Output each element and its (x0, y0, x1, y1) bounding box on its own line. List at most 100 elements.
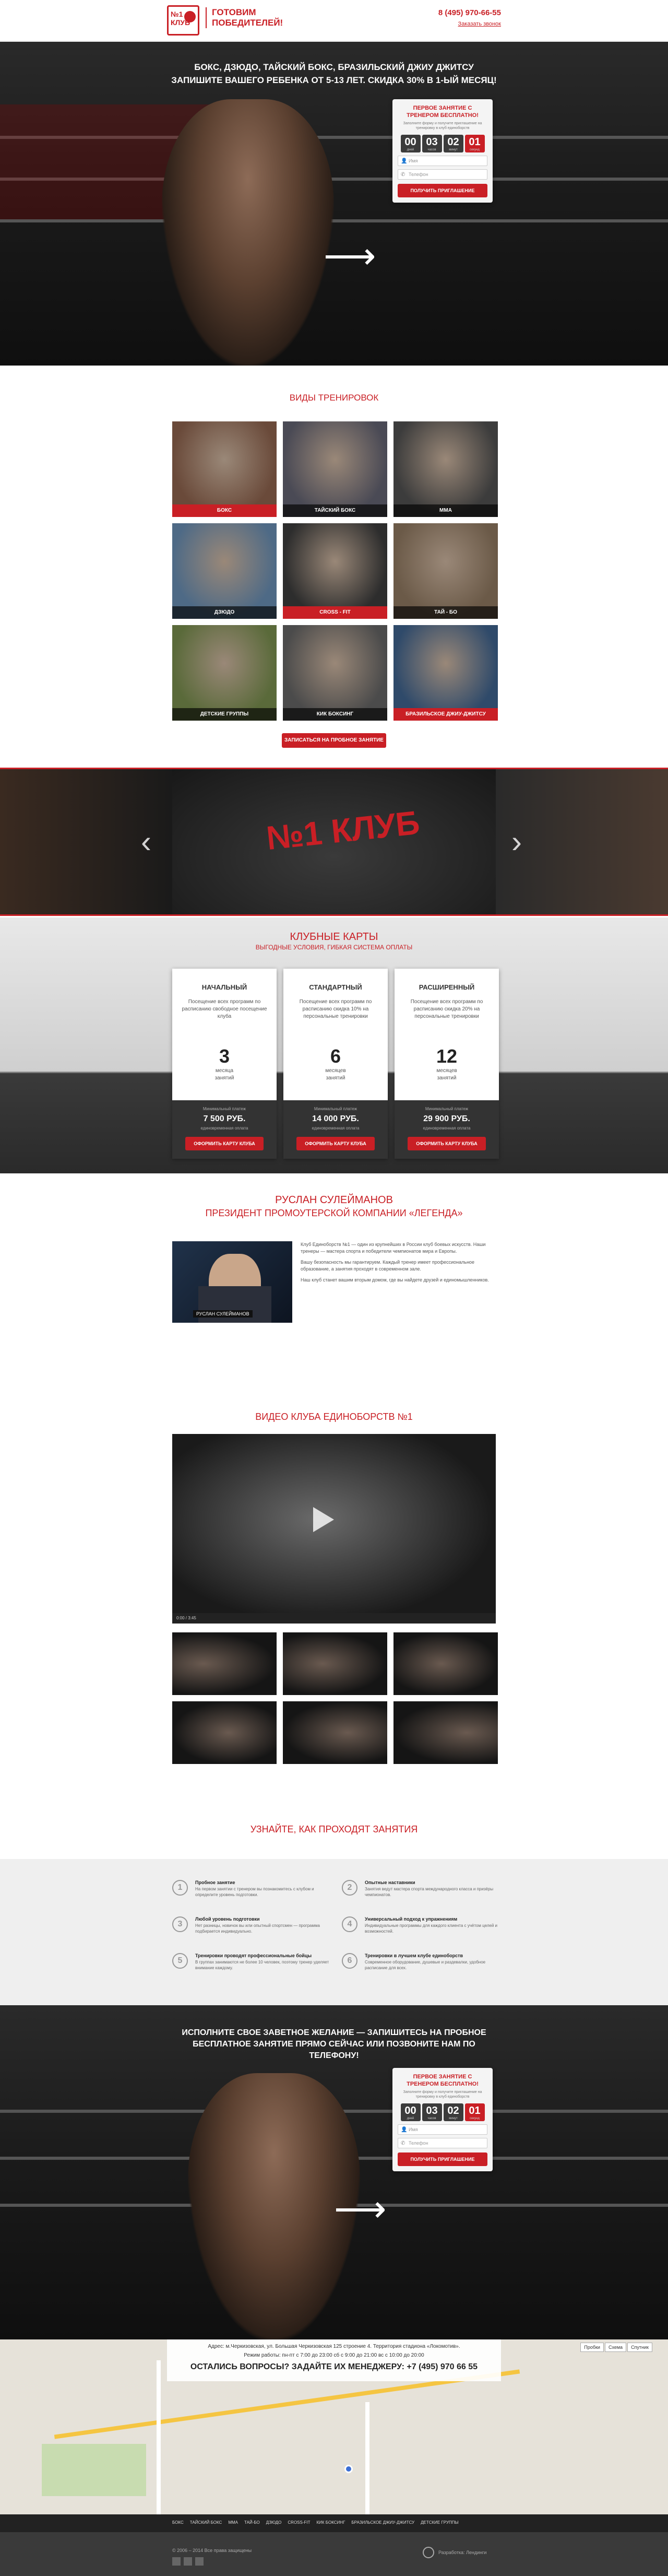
plan-unit: занятий (326, 1075, 345, 1081)
social-tw-icon[interactable] (195, 2557, 204, 2566)
step-description: Современное оборудование, душевые и разд… (365, 1960, 486, 1970)
footer-link[interactable]: ТАЙ-БО (244, 2520, 260, 2525)
plan-order-button[interactable]: ОФОРМИТЬ КАРТУ КЛУБА (185, 1137, 264, 1150)
header-phone[interactable]: 8 (495) 970-66-55 (438, 8, 501, 17)
video-thumbnail[interactable] (393, 1632, 498, 1695)
play-icon[interactable] (313, 1507, 334, 1532)
get-invite-button[interactable]: ПОЛУЧИТЬ ПРИГЛАШЕНИЕ (398, 2152, 487, 2166)
video-thumbnail[interactable] (172, 1701, 277, 1764)
training-tile[interactable]: ТАЙ - БО (393, 523, 498, 619)
plan-name: НАЧАЛЬНЫЙ (201, 983, 247, 991)
plan-price: 14 000 РУБ. (312, 1114, 359, 1123)
social-vk-icon[interactable] (172, 2557, 181, 2566)
trial-signup-button[interactable]: ЗАПИСАТЬСЯ НА ПРОБНОЕ ЗАНЯТИЕ (282, 733, 386, 748)
copyright-text: © 2006 – 2014 Все права защищены (172, 2548, 252, 2553)
training-tile-label: ТАЙ - БО (393, 606, 498, 619)
form-title: ПЕРВОЕ ЗАНЯТИЕ С ТРЕНЕРОМ БЕСПЛАТНО! (407, 2074, 479, 2087)
step-description: В группах занимаются не более 10 человек… (195, 1960, 329, 1970)
plan-unit: месяцев (325, 1068, 346, 1074)
map-tab-satellite[interactable]: Спутник (627, 2343, 652, 2352)
footer-link[interactable]: ТАЙСКИЙ БОКС (190, 2520, 222, 2525)
timer-days: 00 (404, 2105, 416, 2116)
training-tile[interactable]: БРАЗИЛЬСКОЕ ДЖИУ-ДЖИТСУ (393, 625, 498, 721)
plan-duration: 12 (436, 1045, 458, 1067)
timer-days: 00 (404, 136, 416, 148)
club-logo[interactable]: №1 КЛУБ (167, 5, 199, 36)
name-input[interactable]: 👤 Имя (398, 2124, 487, 2135)
training-tile[interactable]: ДЗЮДО (172, 523, 277, 619)
step-title: Тренировки в лучшем клубе единоборств (365, 1953, 463, 1958)
timer-label: дней (407, 2117, 414, 2120)
site-header: №1 КЛУБ ГОТОВИМ ПОБЕДИТЕЛЕЙ! 8 (495) 970… (0, 0, 668, 42)
address-text: Адрес: м.Черкизовская, ул. Большая Черки… (208, 2344, 460, 2349)
phone-icon: ✆ (401, 2140, 405, 2146)
video-thumbnail[interactable] (172, 1632, 277, 1695)
step-title: Любой уровень подготовки (195, 1916, 260, 1922)
footer-link[interactable]: КИК БОКСИНГ (317, 2520, 345, 2525)
phone-input[interactable]: ✆ Телефон (398, 2138, 487, 2148)
timer-minutes: 02 (447, 136, 459, 148)
training-tile[interactable]: БОКС (172, 421, 277, 517)
contacts-map-section[interactable]: Адрес: м.Черкизовская, ул. Большая Черки… (0, 2339, 668, 2514)
get-invite-button[interactable]: ПОЛУЧИТЬ ПРИГЛАШЕНИЕ (398, 184, 487, 197)
training-tile[interactable]: ТАЙСКИЙ БОКС (283, 421, 387, 517)
footer-link[interactable]: БРАЗИЛЬСКОЕ ДЖИУ-ДЖИТСУ (351, 2520, 414, 2525)
timer-seconds: 01 (469, 2105, 481, 2116)
plan-order-button[interactable]: ОФОРМИТЬ КАРТУ КЛУБА (296, 1137, 375, 1150)
plan-name: СТАНДАРТНЫЙ (309, 983, 362, 991)
video-controls[interactable]: 0:00 / 3:45 (172, 1613, 496, 1624)
timer-label: секунд (470, 148, 480, 151)
map-tab-scheme[interactable]: Схема (604, 2343, 627, 2352)
footer-link[interactable]: ДЕТСКИЕ ГРУППЫ (421, 2520, 459, 2525)
footer-link[interactable]: ММА (228, 2520, 238, 2525)
arrow-right-icon: ⟶ (324, 236, 376, 276)
slider-prev-button[interactable]: ‹ (141, 826, 151, 857)
step-description: На первом занятии с тренером вы познаком… (195, 1887, 314, 1897)
training-tile[interactable]: КИК БОКСИНГ (283, 625, 387, 721)
plan-price-box: Минимальный платеж 29 900 РУБ. единовремен… (395, 1100, 499, 1159)
ring-rope (0, 219, 668, 222)
how-step: 4 Универсальный подход к упражнениям Индив… (342, 1916, 504, 1934)
step-number: 2 (342, 1880, 357, 1896)
bio-paragraph: Наш клуб станет вашим вторым домом, где … (301, 1277, 489, 1283)
bio-paragraph: Клуб Единоборств №1 — один из крупнейших… (301, 1242, 486, 1254)
video-thumbnail[interactable] (283, 1701, 387, 1764)
timer-label: секунд (470, 2117, 480, 2120)
plans-title: КЛУБНЫЕ КАРТЫ (290, 931, 378, 943)
plan-duration: 6 (330, 1045, 341, 1067)
slider-next-button[interactable]: › (511, 826, 522, 857)
social-icons (172, 2557, 204, 2566)
training-tile[interactable]: ДЕТСКИЕ ГРУППЫ (172, 625, 277, 721)
training-tile-label: ТАЙСКИЙ БОКС (283, 504, 387, 517)
training-tile[interactable]: CROSS - FIT (283, 523, 387, 619)
video-thumbnail[interactable] (393, 1701, 498, 1764)
slide-banner-text: №1 КЛУБ (265, 803, 422, 857)
footer-link[interactable]: CROSS-FIT (288, 2520, 310, 2525)
map-road (365, 2402, 369, 2514)
social-fb-icon[interactable] (184, 2557, 192, 2566)
map-pin-icon[interactable] (344, 2465, 353, 2473)
club-cards-section: КЛУБНЫЕ КАРТЫ ВЫГОДНЫЕ УСЛОВИЯ, ГИБКАЯ С… (0, 918, 668, 1173)
trainings-section: ВИДЫ ТРЕНИРОВОК БОКС ТАЙСКИЙ БОКС ММА ДЗЮДО… (0, 366, 668, 748)
plan-order-button[interactable]: ОФОРМИТЬ КАРТУ КЛУБА (408, 1137, 486, 1150)
signup-form: ПЕРВОЕ ЗАНЯТИЕ С ТРЕНЕРОМ БЕСПЛАТНО! Зап… (392, 99, 493, 203)
contacts-info: Адрес: м.Черкизовская, ул. Большая Черки… (167, 2339, 501, 2381)
map-tab-traffic[interactable]: Пробки (580, 2343, 604, 2352)
president-photo: РУСЛАН СУЛЕЙМАНОВ (172, 1241, 292, 1323)
user-icon: 👤 (401, 2127, 408, 2133)
plan-price: 29 900 РУБ. (423, 1114, 470, 1123)
callback-link[interactable]: Заказать звонок (458, 21, 501, 27)
footer-link[interactable]: БОКС (172, 2520, 184, 2525)
video-player[interactable]: 0:00 / 3:45 (172, 1434, 496, 1624)
plan-price-label: Минимальный платеж (425, 1107, 469, 1111)
training-tile-label: КИК БОКСИНГ (283, 708, 387, 721)
developer-credit[interactable]: Разработка: Лендинги (423, 2547, 486, 2558)
training-tile[interactable]: ММА (393, 421, 498, 517)
how-step: 5 Тренировки проводят профессиональные бо… (172, 1953, 334, 1971)
footer-link[interactable]: ДЗЮДО (266, 2520, 282, 2525)
video-thumbnail[interactable] (283, 1632, 387, 1695)
phone-placeholder: Телефон (409, 172, 428, 177)
photo-caption: РУСЛАН СУЛЕЙМАНОВ (193, 1310, 253, 1318)
phone-input[interactable]: ✆ Телефон (398, 169, 487, 180)
name-input[interactable]: 👤 Имя (398, 156, 487, 166)
